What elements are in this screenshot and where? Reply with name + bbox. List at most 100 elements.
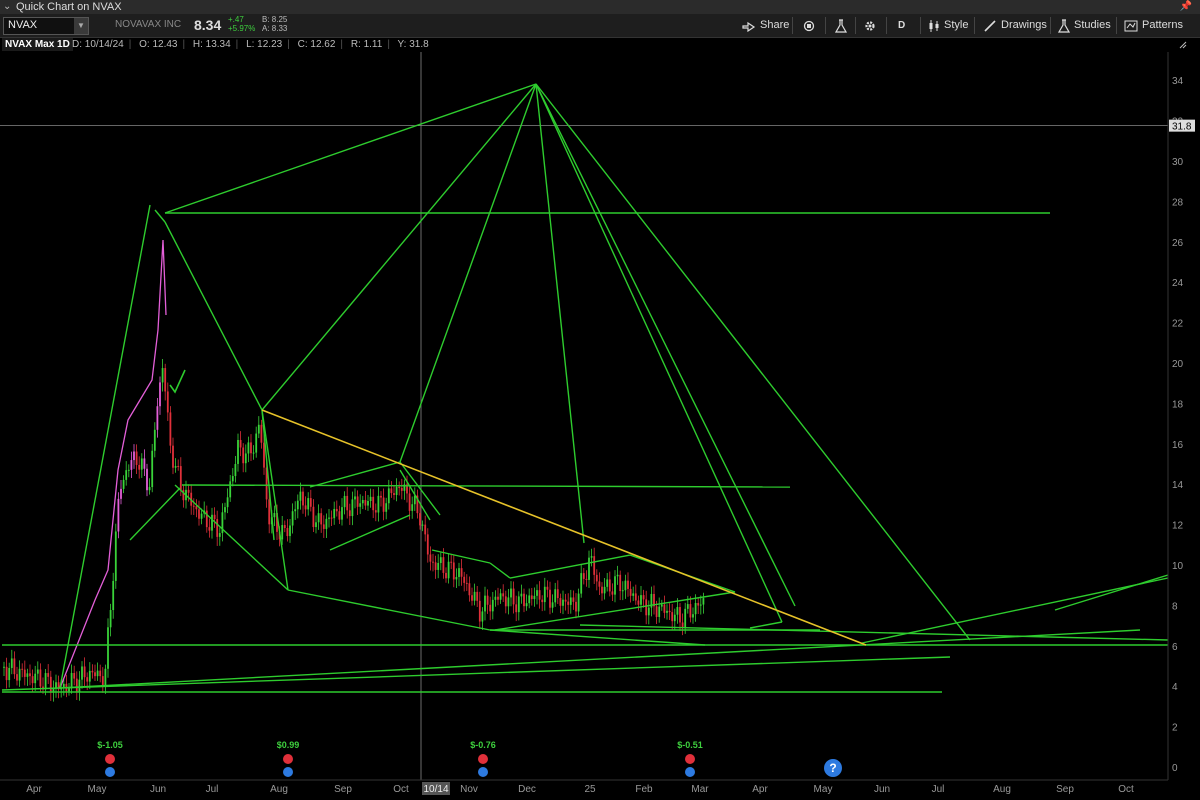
candle-body [148, 487, 151, 491]
candle-body [304, 505, 307, 510]
candle-body [143, 458, 146, 469]
candle-body [385, 503, 388, 512]
candle-body [481, 611, 484, 622]
candle-body [663, 604, 666, 613]
candle-body [598, 581, 601, 587]
x-tick-label: Jul [932, 784, 945, 795]
trend-drawing-line [1054, 574, 1169, 611]
candle-body [86, 677, 89, 682]
candle-body [645, 599, 648, 616]
candle-body [528, 595, 531, 604]
candle-body [582, 573, 585, 579]
candle-body [36, 669, 39, 674]
candle-body [250, 442, 252, 454]
candle-body [390, 488, 393, 494]
candle-body [21, 668, 24, 670]
candle-body [668, 610, 671, 613]
candle-body [629, 588, 632, 596]
candle-body [13, 658, 16, 675]
candle-body [671, 612, 674, 622]
candle-body [471, 595, 473, 601]
candle-body [510, 588, 512, 598]
trend-drawing-line [535, 83, 796, 607]
candle-body [517, 596, 520, 613]
candle-body [426, 534, 429, 555]
candle-body [681, 622, 684, 628]
help-question-glyph: ? [829, 761, 836, 775]
candle-body [658, 606, 661, 617]
candle-body [39, 669, 42, 687]
earnings-blue-icon [105, 767, 115, 777]
earnings-blue-icon [478, 767, 488, 777]
candle-body [634, 593, 637, 601]
candle-body [486, 595, 489, 605]
earnings-value-label: $-0.51 [677, 740, 703, 750]
candle-body [549, 589, 551, 608]
candle-body [252, 452, 255, 454]
candle-body [239, 439, 242, 448]
x-tick-label: 25 [584, 784, 596, 795]
candle-body [341, 507, 343, 520]
candle-body [218, 533, 221, 537]
trend-drawing-line [261, 409, 289, 591]
x-tick-label: Oct [1118, 784, 1134, 795]
candle-body [244, 453, 247, 464]
candle-body [81, 666, 83, 680]
candle-body [94, 672, 96, 677]
candle-body [140, 458, 143, 470]
candle-body [231, 476, 234, 482]
candle-body [684, 608, 687, 628]
candle-body [484, 595, 486, 612]
candle-body [572, 597, 575, 602]
yellow-trendline [261, 409, 867, 646]
x-tick-label: May [814, 784, 833, 795]
candle-body [146, 468, 148, 491]
candle-body [512, 588, 515, 605]
v-marker-drawing [169, 369, 186, 394]
candle-body [161, 368, 164, 383]
candle-body [608, 579, 611, 592]
x-tick-label: Apr [752, 784, 768, 795]
trend-drawing-line [309, 461, 401, 488]
x-tick-label: 10/14 [423, 784, 448, 795]
candle-body [595, 574, 598, 582]
candle-body [138, 464, 141, 470]
candle-body [68, 688, 70, 692]
candle-body [322, 524, 325, 529]
candle-body [541, 599, 544, 603]
candle-body [585, 578, 588, 580]
candle-body [614, 576, 616, 595]
candle-body [302, 491, 304, 506]
candle-body [637, 600, 640, 605]
candle-body [247, 442, 250, 454]
x-tick-label: Mar [691, 784, 709, 795]
candle-body [49, 676, 52, 693]
candle-body [309, 498, 312, 507]
candle-body [575, 601, 577, 612]
candle-body [263, 442, 265, 468]
candle-body [530, 595, 533, 600]
candle-body [489, 604, 492, 612]
candle-body [460, 568, 463, 577]
y-tick-label: 6 [1172, 642, 1178, 653]
candle-body [70, 672, 73, 689]
candle-body [29, 673, 31, 677]
candle-body [127, 469, 130, 471]
candle-body [122, 479, 125, 489]
candle-body [494, 596, 497, 600]
candle-body [325, 518, 328, 529]
price-chart[interactable]: 024681012141618202224262830323431.8AprMa… [0, 0, 1200, 800]
candle-body [465, 582, 468, 584]
candle-body [692, 614, 694, 618]
candle-body [473, 591, 476, 601]
candle-body [551, 602, 554, 608]
y-tick-label: 10 [1172, 561, 1184, 572]
candle-body [172, 445, 174, 468]
candle-body [686, 604, 689, 609]
candle-body [346, 495, 349, 511]
candle-body [564, 599, 567, 602]
x-tick-label: Oct [393, 784, 409, 795]
earnings-value-label: $-1.05 [97, 740, 123, 750]
candle-body [569, 597, 572, 605]
candle-body [447, 561, 450, 579]
